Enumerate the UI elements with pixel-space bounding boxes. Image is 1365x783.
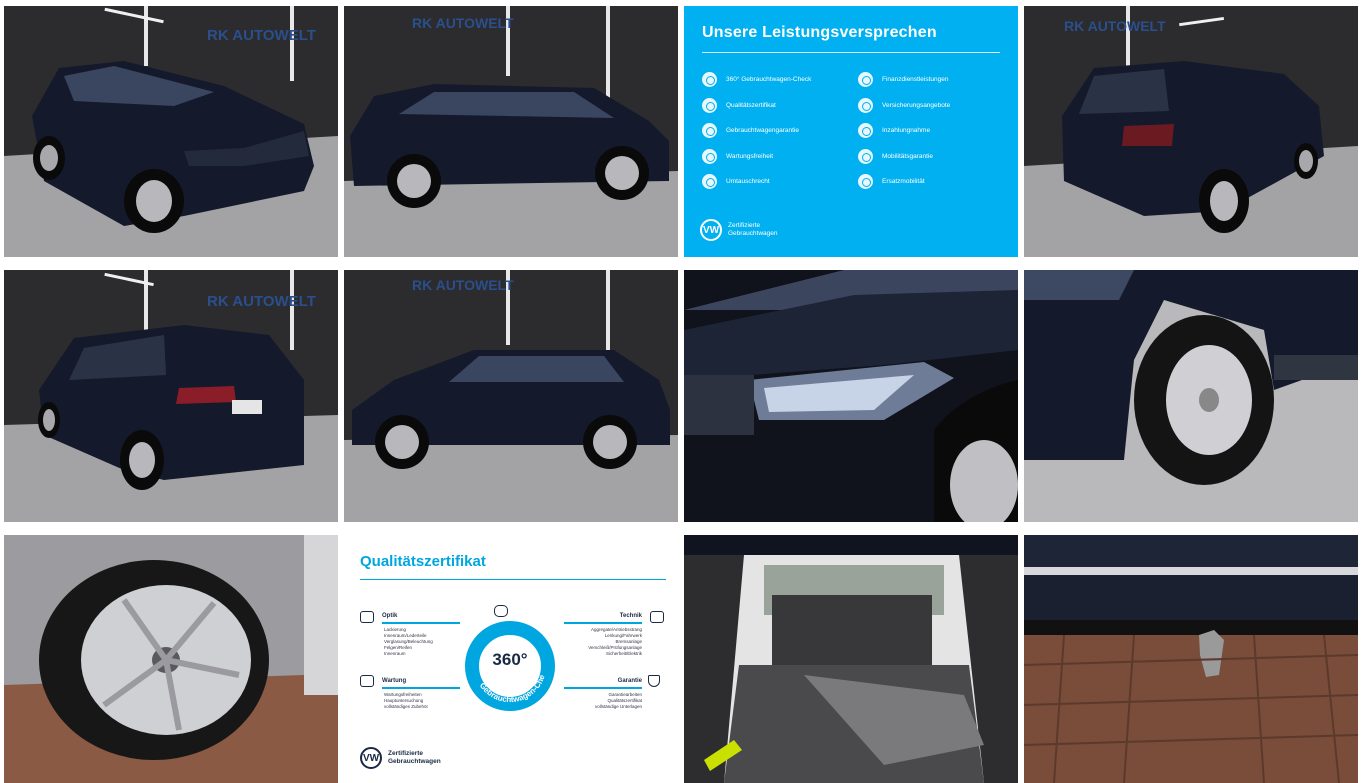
photo-gallery: RK AUTOWELT RK AUTOWELT Unsere Leistungs… (0, 0, 1365, 783)
list-item: Inzahlungnahme (858, 118, 1000, 144)
photo-front-three-quarter[interactable]: RK AUTOWELT (4, 6, 338, 257)
photo-rear-wheel-closeup[interactable] (1024, 270, 1358, 522)
list-item: Mobilitätsgarantie (858, 144, 1000, 170)
photo-rear-left[interactable]: RK AUTOWELT (4, 270, 338, 522)
certified-footer: VW Zertifizierte Gebrauchtwagen (360, 747, 441, 769)
insurance-icon (858, 97, 873, 113)
photo-side-left[interactable]: RK AUTOWELT (344, 270, 678, 522)
optik-section: Optik Lackierung Innenraum/Lederteile Ve… (360, 613, 460, 657)
promise-right-list: Finanzdienstleistungen Versicherungsange… (858, 67, 1000, 195)
vw-logo-icon: VW (700, 219, 722, 241)
certificate-icon (702, 97, 717, 113)
list-item: Finanzdienstleistungen (858, 67, 1000, 93)
svg-text:RK AUTOWELT: RK AUTOWELT (412, 15, 514, 31)
promise-left-list: 360° Gebrauchtwagen-Check Qualitätszerti… (702, 67, 844, 195)
wartung-section: Wartung Wartungsfreiheiten Hauptuntersuc… (360, 678, 460, 710)
photo-side-right[interactable]: RK AUTOWELT (344, 6, 678, 257)
photo-tow-bar[interactable] (1024, 535, 1358, 783)
shield-icon (702, 123, 717, 139)
photo-rear-three-quarter[interactable]: RK AUTOWELT (1024, 6, 1358, 257)
divider (702, 52, 1000, 53)
certified-footer: VW Zertifizierte Gebrauchtwagen (700, 219, 778, 241)
list-item: Ersatzmobilität (858, 169, 1000, 195)
photo-headlight-closeup[interactable] (684, 270, 1018, 522)
finance-icon (858, 72, 873, 88)
svg-text:RK AUTOWELT: RK AUTOWELT (412, 277, 514, 293)
quality-certificate-card[interactable]: Qualitätszertifikat Optik Lackierung Inn… (344, 535, 678, 783)
dealer-sign: RK AUTOWELT (207, 27, 316, 44)
technik-section: Technik Aggregate/Antriebsstrang Lenkung… (564, 613, 664, 657)
trade-in-icon (858, 123, 873, 139)
vw-logo-icon: VW (360, 747, 382, 769)
promise-card[interactable]: Unsere Leistungsversprechen 360° Gebrauc… (684, 6, 1018, 257)
svg-text:RK AUTOWELT: RK AUTOWELT (207, 293, 316, 310)
list-item: Gebrauchtwagengarantie (702, 118, 844, 144)
garantie-section: Garantie Garantiearbeiten Qualitätszerti… (564, 678, 664, 710)
check-360-badge: Gebrauchtwagen-Check 360° (462, 613, 556, 712)
list-item: 360° Gebrauchtwagen-Check (702, 67, 844, 93)
list-item: Versicherungsangebote (858, 93, 1000, 119)
promise-title: Unsere Leistungsversprechen (702, 24, 937, 41)
list-item: Umtauschrecht (702, 169, 844, 195)
quality-title: Qualitätszertifikat (360, 553, 486, 570)
swap-icon (702, 174, 717, 190)
check-360-number: 360° (492, 650, 528, 669)
list-item: Qualitätszertifikat (702, 93, 844, 119)
check-icon (702, 72, 717, 88)
divider (360, 579, 666, 580)
list-item: Wartungsfreiheit (702, 144, 844, 170)
wrench-icon (702, 148, 717, 164)
photo-front-wheel-closeup[interactable] (4, 535, 338, 783)
car-check-icon (494, 605, 508, 617)
car-icon (858, 148, 873, 164)
mobility-icon (858, 174, 873, 190)
svg-text:RK AUTOWELT: RK AUTOWELT (1064, 18, 1166, 34)
photo-trunk-open[interactable] (684, 535, 1018, 783)
